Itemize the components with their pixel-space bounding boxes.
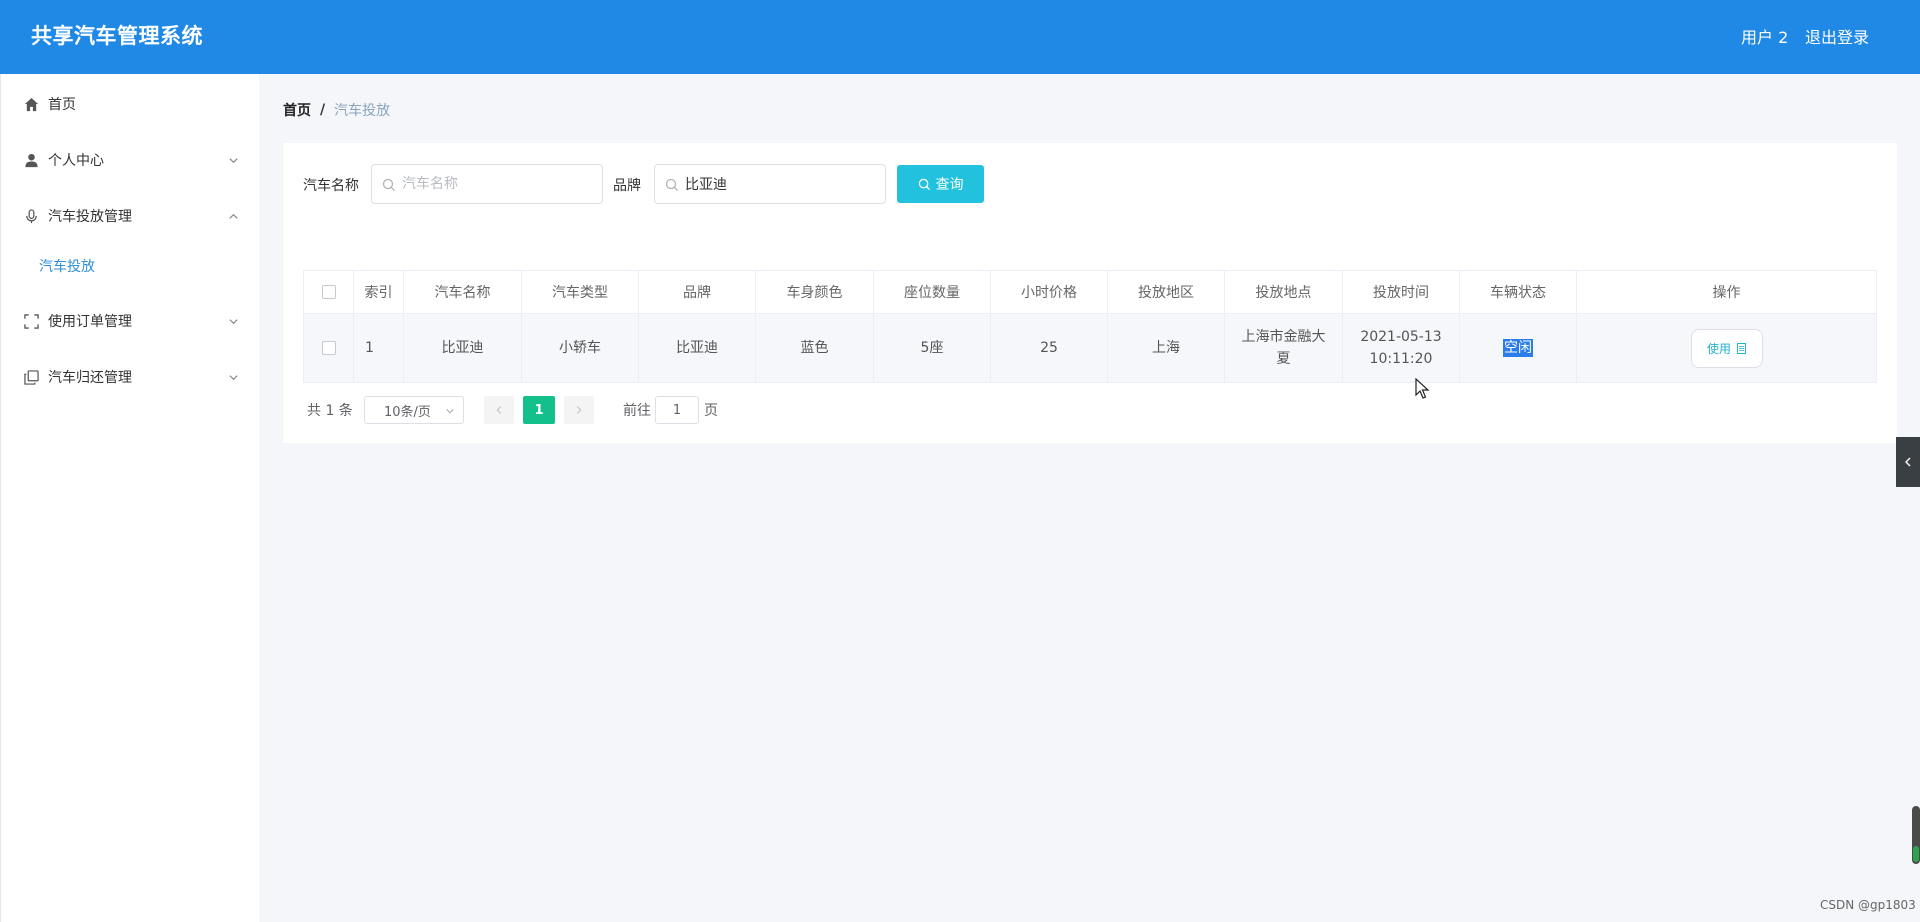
brand-search-box [654, 164, 886, 204]
watermark: CSDN @gp1803 [1820, 898, 1916, 912]
sidebar-item-label: 首页 [48, 97, 76, 113]
top-header: 共享汽车管理系统 用户 2 退出登录 [0, 0, 1920, 74]
sidebar-item-home[interactable]: 首页 [1, 82, 260, 126]
breadcrumb-current: 汽车投放 [334, 103, 391, 119]
side-panel-toggle[interactable] [1896, 437, 1920, 487]
car-name-input[interactable] [402, 173, 592, 195]
page-number-button[interactable]: 1 [523, 396, 555, 424]
column-header: 汽车类型 [521, 270, 639, 314]
column-header: 投放时间 [1342, 270, 1460, 314]
column-header: 品牌 [638, 270, 756, 314]
sidebar-item-order-management[interactable]: 使用订单管理 [1, 299, 260, 343]
cell-car-name: 比亚迪 [403, 313, 522, 383]
mouse-cursor-icon [1415, 378, 1430, 399]
scrollbar-thumb[interactable] [1912, 806, 1920, 864]
breadcrumb-separator: / [320, 102, 326, 118]
copy-icon [23, 369, 39, 385]
column-header: 投放地区 [1107, 270, 1225, 314]
fullscreen-icon [23, 313, 39, 329]
status-text: 空闲 [1503, 339, 1533, 357]
sidebar-item-personal-center[interactable]: 个人中心 [1, 138, 260, 182]
car-name-search-box [371, 164, 603, 204]
column-header: 车身颜色 [755, 270, 874, 314]
chevron-right-icon [576, 406, 582, 414]
table-row: 1 比亚迪 小轿车 比亚迪 蓝色 5座 25 上海 上海市金融大夏 2021-0… [303, 313, 1877, 383]
search-icon [918, 178, 930, 190]
column-header: 小时价格 [990, 270, 1108, 314]
home-icon [23, 96, 39, 112]
chevron-left-icon [496, 406, 502, 414]
cell-time: 2021-05-13 10:11:20 [1342, 313, 1460, 383]
breadcrumb: 首页 / 汽车投放 [283, 100, 390, 120]
cell-region: 上海 [1107, 313, 1225, 383]
chevron-down-icon [445, 405, 455, 420]
brand-label: 品牌 [613, 178, 641, 194]
use-button-label: 使用 [1706, 341, 1731, 356]
brand-input[interactable] [685, 173, 875, 195]
row-select-cell [303, 313, 354, 383]
row-checkbox[interactable] [321, 341, 336, 355]
sidebar-subitem-car-launch[interactable]: 汽车投放 [1, 244, 260, 288]
chevron-down-icon [227, 315, 239, 327]
column-header: 投放地点 [1224, 270, 1343, 314]
column-header: 座位数量 [873, 270, 991, 314]
query-button-label: 查询 [935, 177, 964, 193]
goto-page-input[interactable] [655, 396, 699, 424]
sidebar-item-return-management[interactable]: 汽车归还管理 [1, 355, 260, 399]
chevron-down-icon [227, 371, 239, 383]
column-header: 操作 [1576, 270, 1877, 314]
prev-page-button[interactable] [484, 396, 514, 424]
cell-seats: 5座 [873, 313, 991, 383]
cell-index: 1 [353, 313, 404, 383]
page-suffix: 页 [704, 403, 718, 419]
sidebar-item-car-launch-management[interactable]: 汽车投放管理 [1, 194, 260, 238]
column-header: 索引 [353, 270, 404, 314]
cell-status: 空闲 [1459, 313, 1577, 383]
cell-color: 蓝色 [755, 313, 874, 383]
current-user: 用户 2 [1741, 28, 1789, 47]
car-launch-table: 索引 汽车名称 汽车类型 品牌 车身颜色 座位数量 小时价格 投放地区 投放地点… [303, 270, 1877, 383]
sidebar-item-label: 汽车归还管理 [48, 370, 132, 386]
microphone-icon [23, 208, 39, 224]
car-name-label: 汽车名称 [303, 178, 359, 194]
cell-car-type: 小轿车 [521, 313, 639, 383]
chevron-up-icon [227, 210, 239, 222]
pagination-total: 共 1 条 [307, 403, 353, 419]
scroll-indicator [1913, 846, 1919, 862]
goto-label: 前往 [623, 403, 651, 419]
logout-link[interactable]: 退出登录 [1805, 24, 1869, 48]
app-title: 共享汽车管理系统 [31, 24, 203, 48]
sidebar-item-label: 使用订单管理 [48, 314, 132, 330]
cell-action: 使用 [1576, 313, 1877, 383]
use-button[interactable]: 使用 [1690, 328, 1763, 368]
cell-location: 上海市金融大夏 [1224, 313, 1343, 383]
sidebar-item-label: 个人中心 [48, 153, 104, 169]
breadcrumb-home[interactable]: 首页 [283, 100, 311, 120]
chevron-down-icon [227, 154, 239, 166]
chevron-left-icon [1905, 457, 1911, 467]
document-icon [1737, 342, 1746, 354]
table-header-row: 索引 汽车名称 汽车类型 品牌 车身颜色 座位数量 小时价格 投放地区 投放地点… [303, 270, 1877, 314]
column-header: 车辆状态 [1459, 270, 1577, 314]
sidebar: 首页 个人中心 汽车投放管理 汽车投放 使用订单管理 汽车归还管理 [0, 74, 259, 922]
user-icon [23, 152, 39, 168]
page-size-value: 10条/页 [384, 404, 431, 420]
search-icon [382, 177, 396, 191]
select-all-checkbox[interactable] [321, 285, 336, 299]
sidebar-item-label: 汽车投放管理 [48, 209, 132, 225]
column-header: 汽车名称 [403, 270, 522, 314]
sidebar-subitem-label: 汽车投放 [39, 259, 95, 275]
cell-hourly-price: 25 [990, 313, 1108, 383]
cell-brand: 比亚迪 [638, 313, 756, 383]
query-button[interactable]: 查询 [897, 165, 984, 203]
next-page-button[interactable] [564, 396, 594, 424]
search-icon [665, 177, 679, 191]
select-all-cell [303, 270, 354, 314]
page-size-select[interactable]: 10条/页 [364, 396, 464, 424]
